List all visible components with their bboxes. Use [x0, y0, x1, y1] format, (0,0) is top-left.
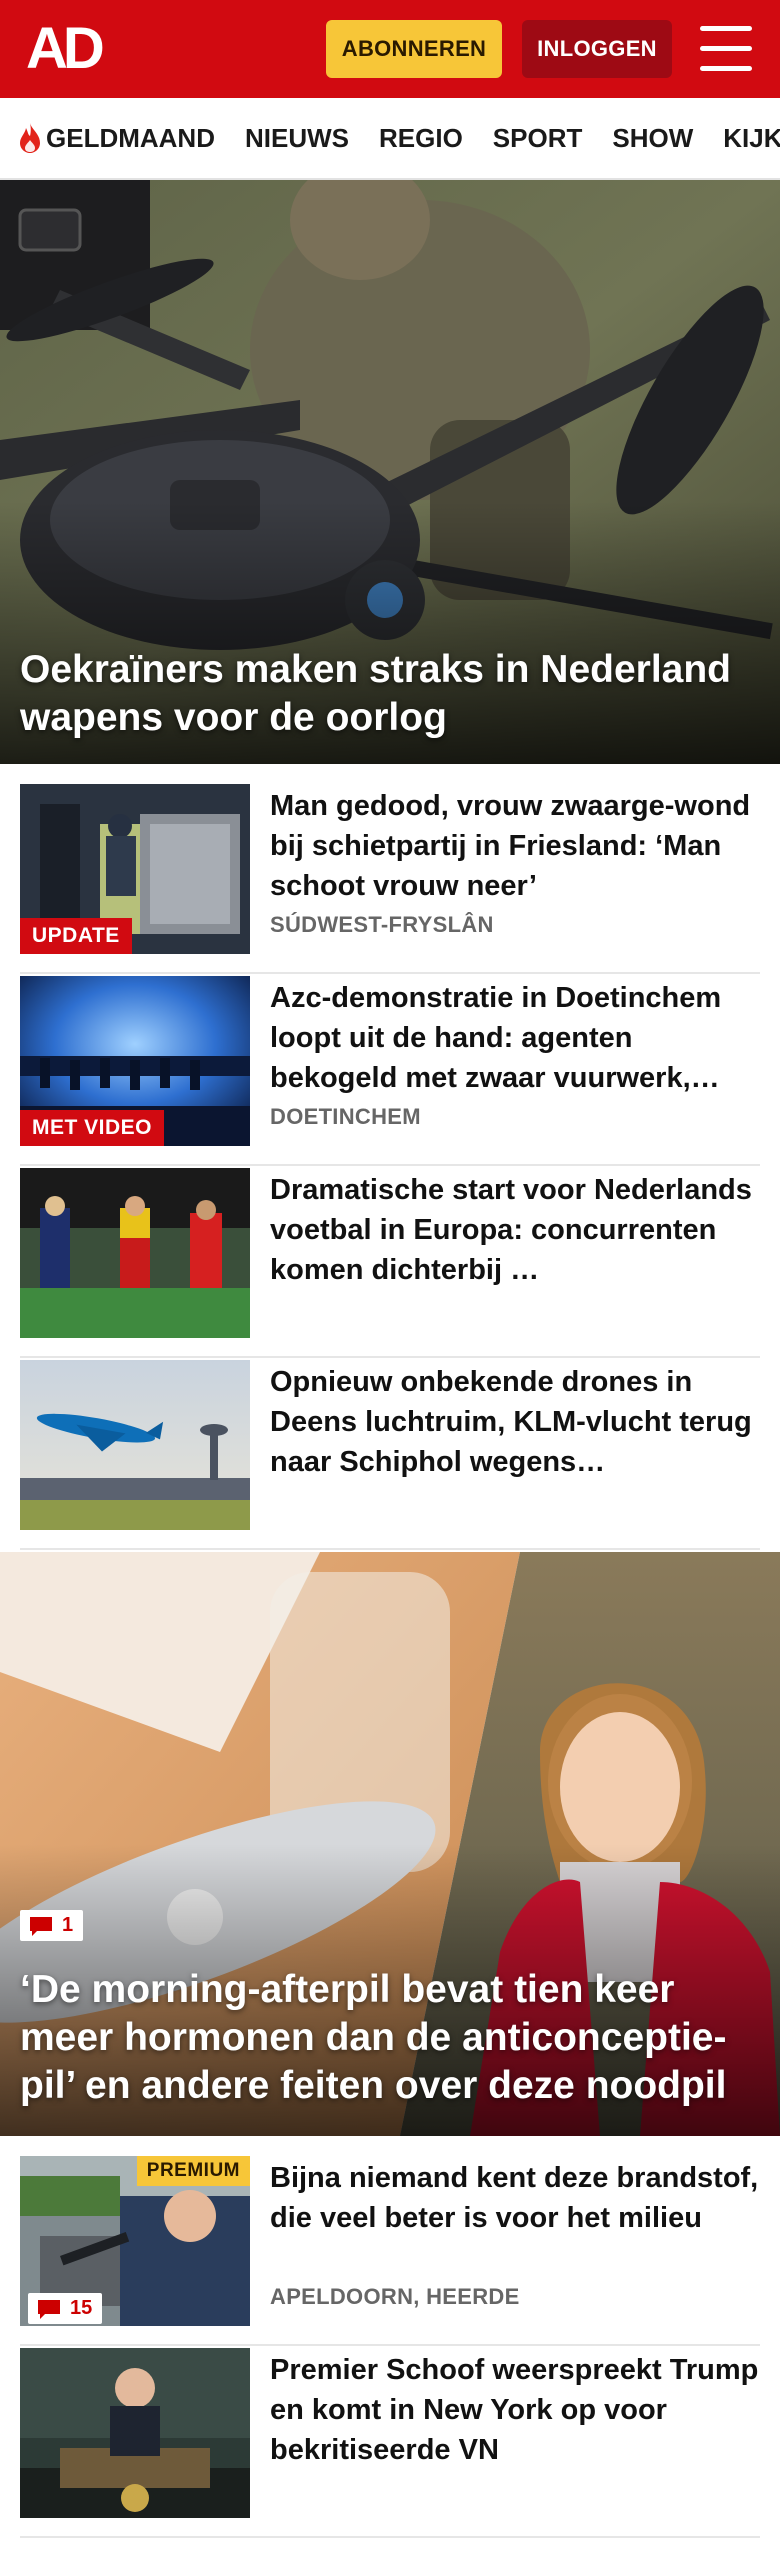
comment-icon: [38, 2299, 60, 2319]
nav-item-regio[interactable]: REGIO: [379, 123, 463, 154]
comment-count-badge[interactable]: 1: [20, 1910, 84, 1941]
comment-count: 15: [70, 2297, 93, 2319]
article-item[interactable]: MET VIDEO Azc-demonstratie in Doetinchem…: [20, 976, 760, 1166]
site-header: AD ABONNEREN INLOGGEN: [0, 0, 780, 98]
article-thumbnail: [20, 1360, 250, 1530]
article-thumbnail: PREMIUM 15: [20, 2156, 250, 2326]
update-badge: UPDATE: [20, 918, 132, 954]
article-thumbnail: [20, 1168, 250, 1338]
comment-icon: [30, 1916, 52, 1936]
comment-count: 1: [62, 1914, 74, 1936]
hero-article[interactable]: Oekraïners maken straks in Nederland wap…: [0, 180, 780, 764]
nav-item-nieuws[interactable]: NIEUWS: [245, 123, 349, 154]
article-location: APELDOORN, HEERDE: [270, 2284, 520, 2309]
article-title: Azc-demonstratie in Doetinchem loopt uit…: [270, 982, 722, 1094]
article-item[interactable]: Opnieuw onbekende drones in Deens luchtr…: [20, 1360, 760, 1550]
article-item[interactable]: Premier Schoof weerspreekt Trump en komt…: [20, 2348, 760, 2538]
nav-item-sport[interactable]: SPORT: [493, 123, 583, 154]
article-item[interactable]: PREMIUM 15 Bijna niemand kent deze brand…: [20, 2156, 760, 2346]
section-nav: GELDMAAND NIEUWS REGIO SPORT SHOW KIJK: [0, 98, 780, 180]
subscribe-button[interactable]: ABONNEREN: [326, 20, 502, 78]
article-item[interactable]: UPDATE Man gedood, vrouw zwaarge-wond bi…: [20, 784, 760, 974]
feature-article[interactable]: 1 ‘De morning-afterpil bevat tien keer m…: [0, 1552, 780, 2136]
video-badge: MET VIDEO: [20, 1110, 165, 1146]
nav-item-kijk[interactable]: KIJK: [723, 123, 780, 154]
ad-logo[interactable]: AD: [26, 20, 105, 78]
premium-badge: PREMIUM: [136, 2156, 250, 2186]
article-item[interactable]: Dramatische start voor Nederlands voetba…: [20, 1168, 760, 1358]
article-title: Man gedood, vrouw zwaarge-wond bij schie…: [270, 790, 751, 902]
nav-label: GELDMAAND: [46, 122, 215, 153]
nav-item-show[interactable]: SHOW: [612, 123, 693, 154]
feature-title: ‘De morning-afterpil bevat tien keer mee…: [20, 1968, 727, 2107]
article-title: Premier Schoof weerspreekt Trump en komt…: [270, 2354, 759, 2466]
comment-count-badge[interactable]: 15: [28, 2293, 103, 2324]
hero-title: Oekraïners maken straks in Nederland wap…: [20, 648, 732, 739]
article-title: Opnieuw onbekende drones in Deens luchtr…: [270, 1366, 752, 1478]
login-button[interactable]: INLOGGEN: [522, 20, 672, 78]
article-location: DOETINCHEM: [270, 1104, 421, 1129]
article-thumbnail: [20, 2348, 250, 2518]
article-thumbnail: MET VIDEO: [20, 976, 250, 1146]
article-title: Bijna niemand kent deze brandstof, die v…: [270, 2162, 759, 2234]
article-thumbnail: UPDATE: [20, 784, 250, 954]
menu-icon[interactable]: [700, 26, 752, 72]
article-location: SÚDWEST-FRYSLÂN: [270, 912, 494, 937]
flame-icon: [20, 123, 40, 153]
nav-item-geldmaand[interactable]: GELDMAAND: [18, 122, 215, 154]
article-title: Dramatische start voor Nederlands voetba…: [270, 1174, 752, 1286]
